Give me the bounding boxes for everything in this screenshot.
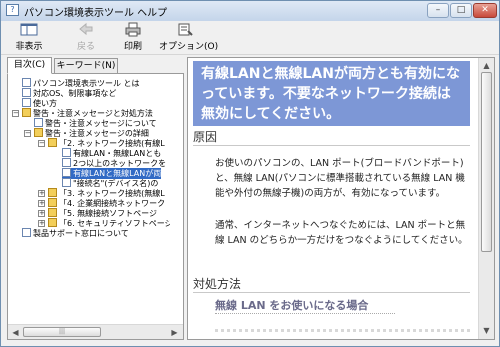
hide-pane-icon [9, 22, 49, 38]
folder-icon [48, 188, 57, 197]
contents-tree: パソコン環境表示ツール とは 対応OS、制限事項など 使い方 − 警告・注意メッ… [10, 78, 170, 323]
tab-contents[interactable]: 目次(C) [7, 57, 52, 74]
section-heading-cause: 原因 [193, 129, 470, 146]
toolbar: 非表示 戻る 印刷 オプション(O) [1, 21, 499, 55]
cause-paragraph-1: お使いのパソコンの、LAN ポート(ブロードバンドポート)と、無線 LAN(パソ… [215, 158, 465, 199]
folder-icon [22, 108, 31, 117]
print-button[interactable]: 印刷 [120, 22, 146, 52]
expand-icon[interactable]: + [38, 210, 45, 217]
minimize-button[interactable]: – [427, 3, 449, 18]
doc-icon [22, 78, 31, 87]
vertical-scrollbar[interactable]: ▲ ▼ [478, 58, 494, 339]
doc-icon [62, 178, 71, 187]
navigation-pane: 目次(C) キーワード(N) パソコン環境表示ツール とは 対応OS、制限事項な… [7, 57, 184, 340]
horizontal-scrollbar[interactable]: ◀ ||| ▶ [8, 324, 183, 339]
hide-button[interactable]: 非表示 [9, 22, 49, 52]
scroll-left-icon[interactable]: ◀ [9, 326, 22, 339]
folder-icon [48, 198, 57, 207]
scroll-right-icon[interactable]: ▶ [168, 326, 181, 339]
help-content-pane: 有線LANと無線LANが両方とも有効になっています。不要なネットワーク接続は無効… [187, 57, 495, 340]
doc-icon [62, 158, 71, 167]
expand-icon[interactable]: + [38, 200, 45, 207]
app-icon: ? [6, 4, 19, 16]
hide-label: 非表示 [15, 42, 43, 52]
doc-icon [62, 148, 71, 157]
doc-icon [22, 88, 31, 97]
close-button[interactable]: ✕ [473, 3, 497, 18]
options-icon [159, 22, 211, 38]
folder-icon [48, 218, 57, 227]
back-arrow-icon [71, 22, 101, 38]
collapse-icon[interactable]: − [38, 140, 45, 147]
print-label: 印刷 [123, 42, 142, 52]
scroll-down-icon[interactable]: ▼ [480, 324, 493, 337]
expand-icon[interactable]: + [38, 190, 45, 197]
back-button[interactable]: 戻る [71, 22, 101, 52]
section-heading-fix: 対処方法 [193, 276, 470, 293]
cause-paragraph-2: 通常、インターネットへつなぐためには、LAN ポートと無線 LAN のどちらか一… [215, 220, 468, 246]
doc-icon [22, 98, 31, 107]
options-label: オプション(O) [159, 42, 219, 52]
folder-icon [48, 138, 57, 147]
folder-icon [48, 208, 57, 217]
help-window: ? パソコン環境表示ツール ヘルプ – □ ✕ 非表示 戻る 印刷 オプション(… [0, 0, 500, 347]
collapse-icon[interactable]: − [12, 110, 19, 117]
options-button[interactable]: オプション(O) [159, 22, 219, 52]
expand-icon[interactable]: + [38, 220, 45, 227]
window-title: パソコン環境表示ツール ヘルプ [24, 8, 168, 19]
doc-icon [34, 118, 43, 127]
folder-icon [34, 128, 43, 137]
printer-icon [120, 22, 146, 38]
scroll-thumb[interactable] [481, 72, 492, 252]
collapse-icon[interactable]: − [24, 130, 31, 137]
back-label: 戻る [76, 42, 95, 52]
topic-banner: 有線LANと無線LANが両方とも有効になっています。不要なネットワーク接続は無効… [193, 61, 470, 126]
scroll-thumb[interactable]: ||| [23, 327, 101, 337]
maximize-button[interactable]: □ [450, 3, 472, 18]
tab-keyword[interactable]: キーワード(N) [54, 58, 118, 74]
doc-icon [62, 168, 71, 177]
fix-subheading: 無線 LAN をお使いになる場合 [215, 298, 395, 314]
scroll-up-icon[interactable]: ▲ [480, 59, 493, 72]
doc-icon [22, 228, 31, 237]
cut-off-text-row [215, 329, 470, 338]
title-bar: ? パソコン環境表示ツール ヘルプ – □ ✕ [1, 1, 499, 21]
contents-tree-box: パソコン環境表示ツール とは 対応OS、制限事項など 使い方 − 警告・注意メッ… [7, 73, 184, 340]
tree-item[interactable]: 製品サポート窓口について [22, 228, 129, 239]
